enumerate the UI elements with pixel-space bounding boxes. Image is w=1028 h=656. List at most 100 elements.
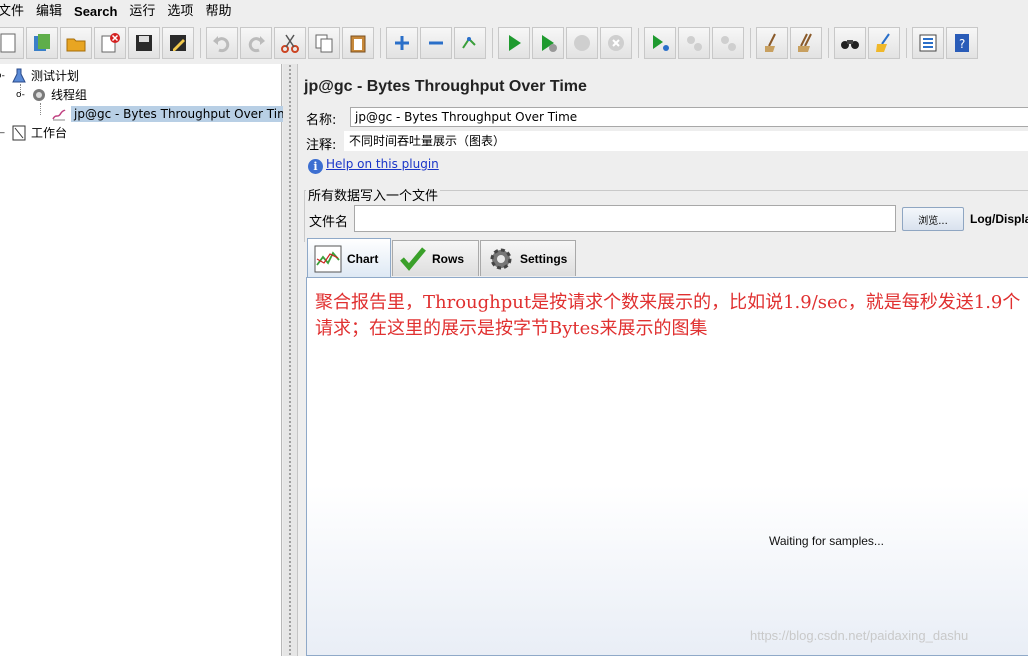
remote-shutdown-button[interactable]	[712, 27, 744, 59]
redo-button[interactable]	[240, 27, 272, 59]
save-button[interactable]	[128, 27, 160, 59]
remote-start-button[interactable]	[644, 27, 676, 59]
function-helper-button[interactable]	[912, 27, 944, 59]
shutdown-button[interactable]	[600, 27, 632, 59]
tab-label: Settings	[520, 251, 568, 266]
watermark: https://blog.csdn.net/paidaxing_dashu	[750, 628, 969, 643]
minus-icon	[429, 41, 443, 45]
remote-stop-icon	[687, 36, 702, 51]
toggle-button[interactable]	[454, 27, 486, 59]
redo-icon	[248, 36, 265, 53]
paste-icon	[350, 35, 366, 53]
undo-button[interactable]	[206, 27, 238, 59]
new-file-icon	[0, 33, 16, 53]
scissors-icon	[281, 34, 299, 53]
name-field[interactable]: jp@gc - Bytes Throughput Over Time	[350, 107, 1028, 127]
help-book-icon: ?	[955, 34, 969, 52]
tab-rows[interactable]: Rows	[392, 240, 479, 276]
remote-stop-button[interactable]	[678, 27, 710, 59]
help-plugin-link[interactable]: Help on this plugin	[326, 157, 439, 171]
tree-item-bytes-throughput[interactable]: jp@gc - Bytes Throughput Over Time	[50, 104, 300, 123]
binoculars-icon	[841, 40, 859, 49]
tab-settings[interactable]: Settings	[480, 240, 576, 276]
open-folder-icon	[66, 38, 86, 52]
checkmark-icon	[400, 246, 426, 271]
filename-field[interactable]	[354, 205, 896, 232]
workbench-icon	[10, 124, 28, 142]
menu-file[interactable]: 文件	[0, 0, 24, 24]
templates-button[interactable]	[26, 27, 58, 59]
browse-button[interactable]: 浏览...	[902, 207, 964, 231]
reset-search-button[interactable]	[868, 27, 900, 59]
menu-edit[interactable]: 编辑	[36, 0, 62, 24]
tree-item-thread-group[interactable]: o- 线程组	[16, 85, 87, 104]
tab-label: Rows	[432, 251, 465, 266]
play-icon	[509, 35, 521, 51]
close-button[interactable]	[94, 27, 126, 59]
comment-label: 注释:	[306, 138, 337, 153]
search-button[interactable]	[834, 27, 866, 59]
stop-button[interactable]	[566, 27, 598, 59]
toolbar-separator	[492, 28, 493, 58]
graph-icon	[50, 105, 68, 123]
templates-icon	[34, 34, 50, 51]
sweep-icon	[876, 33, 890, 52]
divider-grip[interactable]	[288, 64, 292, 656]
tab-label: Chart	[347, 251, 379, 266]
tree-expand-handle-icon[interactable]: o-	[0, 71, 10, 81]
clear-button[interactable]	[756, 27, 788, 59]
tree-leaf-handle-icon: —	[0, 128, 10, 138]
gear-icon	[490, 248, 512, 269]
split-pane-divider[interactable]	[283, 64, 297, 656]
remote-start-icon	[653, 35, 669, 51]
edit-save-icon	[170, 35, 186, 51]
paste-button[interactable]	[342, 27, 374, 59]
cut-button[interactable]	[274, 27, 306, 59]
chart-canvas: 聚合报告里，Throughput是按请求个数来展示的，比如说1.9/sec，就是…	[306, 277, 1028, 656]
tree-item-label: 测试计划	[31, 69, 80, 83]
toggle-icon	[462, 37, 476, 49]
copy-button[interactable]	[308, 27, 340, 59]
tree-item-label: 工作台	[31, 126, 68, 140]
tree-item-test-plan[interactable]: o- 测试计划	[0, 66, 79, 85]
start-no-pause-button[interactable]	[532, 27, 564, 59]
expand-button[interactable]	[386, 27, 418, 59]
toolbar-separator	[380, 28, 381, 58]
list-icon	[919, 34, 937, 52]
test-plan-tree: o- 测试计划 o- 线程组 jp@gc - Bytes Throughput …	[0, 64, 300, 656]
name-label: 名称:	[306, 113, 337, 128]
toolbar: ?	[0, 24, 1028, 64]
log-display-label: Log/Displa	[970, 212, 1028, 226]
remote-shutdown-icon	[721, 36, 736, 51]
menu-help[interactable]: 帮助	[205, 0, 231, 24]
broom-all-icon	[798, 33, 812, 52]
clear-all-button[interactable]	[790, 27, 822, 59]
filename-label: 文件名	[309, 215, 349, 230]
help-button[interactable]: ?	[946, 27, 978, 59]
chart-icon	[314, 245, 342, 272]
tree-expand-handle-icon[interactable]: o-	[16, 90, 30, 100]
comment-field[interactable]: 不同时间吞吐量展示（图表）	[344, 131, 1028, 151]
new-button[interactable]	[0, 27, 24, 59]
panel-title: jp@gc - Bytes Throughput Over Time	[304, 78, 587, 95]
toolbar-separator	[638, 28, 639, 58]
menu-options[interactable]: 选项	[167, 0, 193, 24]
collapse-button[interactable]	[420, 27, 452, 59]
tree-connector	[40, 103, 41, 115]
waiting-status: Waiting for samples...	[769, 534, 884, 548]
menu-run[interactable]: 运行	[129, 0, 155, 24]
save-edit-button[interactable]	[162, 27, 194, 59]
start-button[interactable]	[498, 27, 530, 59]
tab-chart[interactable]: Chart	[307, 238, 391, 278]
stop-icon	[574, 35, 590, 51]
menu-search[interactable]: Search	[74, 0, 117, 24]
tree-item-workbench[interactable]: — 工作台	[0, 123, 67, 142]
save-icon	[136, 35, 152, 51]
open-button[interactable]	[60, 27, 92, 59]
plus-icon	[395, 36, 409, 50]
toolbar-separator	[906, 28, 907, 58]
menu-bar: 文件 编辑 Search 运行 选项 帮助	[0, 0, 1028, 24]
tree-item-label: jp@gc - Bytes Throughput Over Time	[71, 105, 300, 122]
annotation-text: 聚合报告里，Throughput是按请求个数来展示的，比如说1.9/sec，就是…	[315, 292, 1021, 339]
close-file-icon	[101, 33, 120, 53]
